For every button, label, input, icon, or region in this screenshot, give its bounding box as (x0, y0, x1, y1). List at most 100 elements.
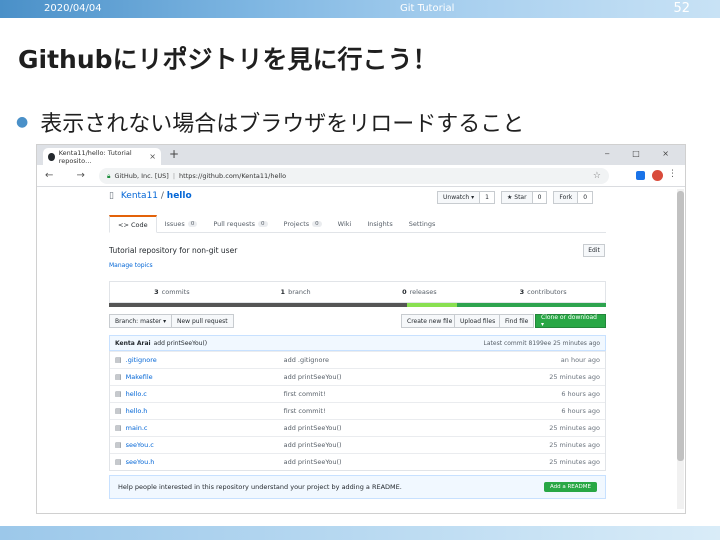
file-name[interactable]: .gitignore (126, 356, 284, 364)
tab-pull-requests[interactable]: Pull requests 0 (205, 215, 275, 233)
tab-title: Kenta11/hello: Tutorial reposito… (58, 148, 132, 165)
tab-wiki[interactable]: Wiki (330, 215, 360, 233)
tab-insights[interactable]: Insights (359, 215, 400, 233)
releases-label: releases (409, 288, 437, 296)
repo-heading: ▯ Kenta11 / hello (109, 191, 192, 201)
create-file-button[interactable]: Create new file (401, 314, 459, 328)
github-screenshot: Kenta11/hello: Tutorial reposito… × + ‒ … (36, 144, 686, 514)
find-file-button[interactable]: Find file (499, 314, 535, 328)
repo-name-link[interactable]: hello (167, 191, 192, 201)
file-name[interactable]: hello.c (126, 390, 284, 398)
tab-close-icon[interactable]: × (149, 152, 156, 161)
file-name[interactable]: seeYou.c (126, 441, 284, 449)
window-controls[interactable]: ‒ □ × (605, 149, 679, 158)
clone-download-button[interactable]: Clone or download ▾ (535, 314, 606, 328)
file-name[interactable]: seeYou.h (126, 458, 284, 466)
repo-owner-link[interactable]: Kenta11 (121, 191, 158, 201)
commits-num: 3 (154, 288, 159, 296)
language-bar[interactable] (109, 303, 606, 307)
file-icon: ▤ (115, 441, 122, 449)
extension-icon[interactable] (636, 171, 645, 180)
file-age: 25 minutes ago (549, 441, 600, 449)
browser-menu-icon[interactable]: ⋮ (668, 169, 677, 179)
lang-segment (407, 303, 457, 307)
bullet-dot-icon: ● (16, 114, 29, 130)
issues-count: 0 (187, 221, 198, 227)
repo-tabs: <> Code Issues 0 Pull requests 0 Projects 0… (109, 215, 606, 233)
slide-title: Githubにリポジトリを見に行こう！ (18, 45, 438, 74)
branches-label: branch (288, 288, 311, 296)
star-button[interactable]: ★ Star (500, 191, 533, 204)
bookmark-star-icon[interactable]: ☆ (593, 171, 601, 181)
file-row: ▤ hello.h first commit! 6 hours ago (110, 402, 605, 419)
tab-code[interactable]: <> Code (109, 215, 157, 233)
profile-avatar[interactable] (652, 170, 663, 181)
releases-num: 0 (402, 288, 407, 296)
lock-icon: 🔒︎ (107, 171, 111, 180)
readme-prompt: Help people interested in this repositor… (109, 475, 606, 499)
tab-projects[interactable]: Projects 0 (276, 215, 330, 233)
file-icon: ▤ (115, 390, 122, 398)
file-commit-msg[interactable]: first commit! (284, 407, 562, 415)
file-commit-msg[interactable]: add printSeeYou() (284, 458, 550, 466)
star-count[interactable]: 0 (532, 191, 548, 204)
file-row: ▤ hello.c first commit! 6 hours ago (110, 385, 605, 402)
repo-summary: 3 commits 1 branch 0 releases 3 contributors (109, 281, 606, 303)
repo-description: Tutorial repository for non-git user (109, 246, 238, 255)
watch-count[interactable]: 1 (480, 191, 495, 204)
browser-tab[interactable]: Kenta11/hello: Tutorial reposito… × (43, 148, 161, 165)
browser-tabstrip: Kenta11/hello: Tutorial reposito… × + ‒ … (37, 145, 685, 165)
fork-button[interactable]: Fork (553, 191, 579, 204)
file-name[interactable]: main.c (126, 424, 284, 432)
unwatch-button[interactable]: Unwatch ▾ (437, 191, 481, 204)
file-icon: ▤ (115, 373, 122, 381)
tab-issues-label: Issues (164, 220, 185, 228)
summary-branches[interactable]: 1 branch (234, 282, 358, 302)
file-commit-msg[interactable]: add printSeeYou() (284, 373, 550, 381)
file-age: 25 minutes ago (549, 424, 600, 432)
summary-contributors[interactable]: 3 contributors (481, 282, 605, 302)
tab-insights-label: Insights (367, 220, 393, 228)
address-bar[interactable]: 🔒︎ GitHub, Inc. [US] | https://github.co… (99, 168, 609, 184)
file-icon: ▤ (115, 407, 122, 415)
file-row: ▤ main.c add printSeeYou() 25 minutes ago (110, 419, 605, 436)
upload-files-button[interactable]: Upload files (454, 314, 502, 328)
tab-settings[interactable]: Settings (401, 215, 444, 233)
github-favicon-icon (48, 152, 55, 161)
file-name[interactable]: Makefile (126, 373, 284, 381)
summary-releases[interactable]: 0 releases (358, 282, 482, 302)
new-pull-request-button[interactable]: New pull request (171, 314, 234, 328)
file-name[interactable]: hello.h (126, 407, 284, 415)
file-commit-msg[interactable]: add printSeeYou() (284, 424, 550, 432)
file-commit-msg[interactable]: add printSeeYou() (284, 441, 550, 449)
add-readme-button[interactable]: Add a README (543, 482, 597, 492)
file-age: 6 hours ago (561, 407, 600, 415)
file-icon: ▤ (115, 458, 122, 466)
url-org: GitHub, Inc. [US] (114, 172, 169, 180)
bullet-text: 表示されない場合はブラウザをリロードすること (40, 112, 525, 137)
lang-segment (456, 303, 606, 307)
commit-message[interactable]: add printSeeYou() (154, 340, 208, 347)
file-list: ▤ .gitignore add .gitignore an hour ago ▤ Ma… (109, 351, 606, 471)
edit-description-button[interactable]: Edit (583, 244, 605, 257)
fork-count[interactable]: 0 (578, 191, 594, 204)
summary-commits[interactable]: 3 commits (110, 282, 234, 302)
commits-label: commits (161, 288, 190, 296)
file-age: 25 minutes ago (549, 458, 600, 466)
new-tab-icon[interactable]: + (169, 147, 179, 161)
file-commit-msg[interactable]: add .gitignore (284, 356, 561, 364)
file-row: ▤ .gitignore add .gitignore an hour ago (110, 351, 605, 368)
branch-select-button[interactable]: Branch: master ▾ (109, 314, 173, 328)
file-commit-msg[interactable]: first commit! (284, 390, 562, 398)
contributors-num: 3 (519, 288, 525, 296)
file-age: 25 minutes ago (549, 373, 600, 381)
file-age: an hour ago (560, 356, 600, 364)
tab-pr-label: Pull requests (213, 220, 256, 228)
branches-num: 1 (280, 288, 286, 296)
contributors-label: contributors (527, 288, 567, 296)
tab-issues[interactable]: Issues 0 (157, 215, 206, 233)
scrollbar-thumb[interactable] (677, 191, 684, 461)
manage-topics-link[interactable]: Manage topics (109, 262, 153, 269)
repo-separator: / (158, 191, 167, 201)
commit-author[interactable]: Kenta Arai (115, 340, 151, 347)
